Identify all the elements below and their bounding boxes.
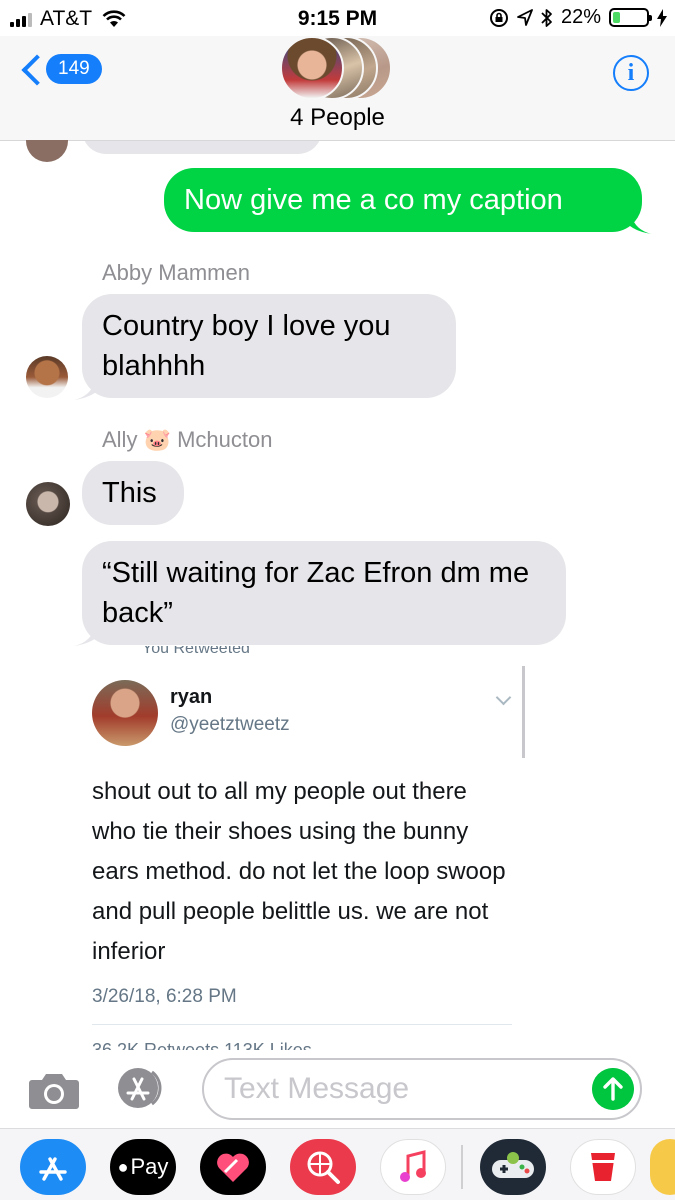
info-button[interactable]: i: [613, 55, 649, 91]
chevron-down-icon: [495, 689, 512, 706]
tweet-screenshot-image[interactable]: You Retweeted ryan @yeetztweetz shout ou…: [82, 646, 532, 1056]
group-avatars[interactable]: [280, 36, 395, 102]
message-bubble-incoming[interactable]: This: [82, 461, 184, 525]
back-button[interactable]: 149: [18, 54, 102, 84]
retweet-label: You Retweeted: [142, 646, 250, 657]
divider: [92, 1024, 512, 1025]
tweet-date: 3/26/18, 6:28 PM: [92, 986, 237, 1007]
bubble-tail: [630, 212, 652, 234]
compose-bar: Text Message: [0, 1050, 675, 1128]
bluetooth-icon: [541, 8, 552, 27]
avatar: [280, 36, 344, 100]
cup-icon[interactable]: [570, 1139, 636, 1195]
music-note-icon[interactable]: [380, 1139, 446, 1195]
apple-pay-icon[interactable]: ● Pay: [110, 1139, 176, 1195]
charging-icon: [657, 8, 667, 27]
tweet-handle: @yeetztweetz: [170, 714, 290, 735]
scroll-indicator: [522, 666, 525, 758]
app-drawer: ● Pay: [0, 1128, 675, 1200]
chevron-left-icon: [18, 54, 44, 84]
emoji-app-icon[interactable]: [650, 1139, 675, 1195]
send-button[interactable]: [592, 1068, 634, 1110]
avatar[interactable]: [26, 482, 70, 526]
group-name[interactable]: 4 People: [0, 104, 675, 132]
tweet-avatar: [92, 680, 158, 746]
bubble-tail: [74, 624, 96, 646]
camera-icon[interactable]: [28, 1070, 80, 1110]
avatar[interactable]: [26, 356, 68, 398]
app-store-button[interactable]: [114, 1066, 170, 1110]
status-right: 22%: [489, 6, 667, 29]
location-icon: [517, 8, 533, 26]
message-input-placeholder: Text Message: [224, 1072, 410, 1105]
heart-touch-icon[interactable]: [200, 1139, 266, 1195]
battery-fill: [613, 12, 620, 23]
message-bubble-incoming[interactable]: “Still waiting for Zac Efron dm me back”: [82, 541, 566, 645]
message-bubble-outgoing[interactable]: Now give me a co my caption: [164, 168, 642, 232]
battery-icon: [609, 8, 652, 27]
tweet-text: shout out to all my people out there who…: [92, 778, 506, 965]
game-controller-icon[interactable]: [480, 1139, 546, 1195]
battery-percent: 22%: [560, 6, 601, 28]
sender-name: Ally 🐷 Mchucton: [102, 427, 273, 452]
status-bar: AT&T 9:15 PM 22%: [0, 0, 675, 36]
bubble-tail: [74, 378, 96, 400]
tweet-name: ryan: [170, 686, 213, 708]
apple-logo-icon: ●: [117, 1156, 129, 1177]
message-bubble-incoming[interactable]: Country boy I love you blahhhh: [82, 294, 456, 398]
unread-count-badge: 149: [46, 54, 102, 84]
divider: [461, 1145, 463, 1189]
conversation-header: 149 4 People i: [0, 36, 675, 141]
globe-search-icon[interactable]: [290, 1139, 356, 1195]
lock-rotation-icon: [489, 8, 508, 27]
sender-name: Abby Mammen: [102, 260, 250, 285]
appstore-icon[interactable]: [20, 1139, 86, 1195]
pig-emoji-icon: 🐷: [143, 427, 171, 452]
message-input[interactable]: Text Message: [202, 1058, 642, 1120]
